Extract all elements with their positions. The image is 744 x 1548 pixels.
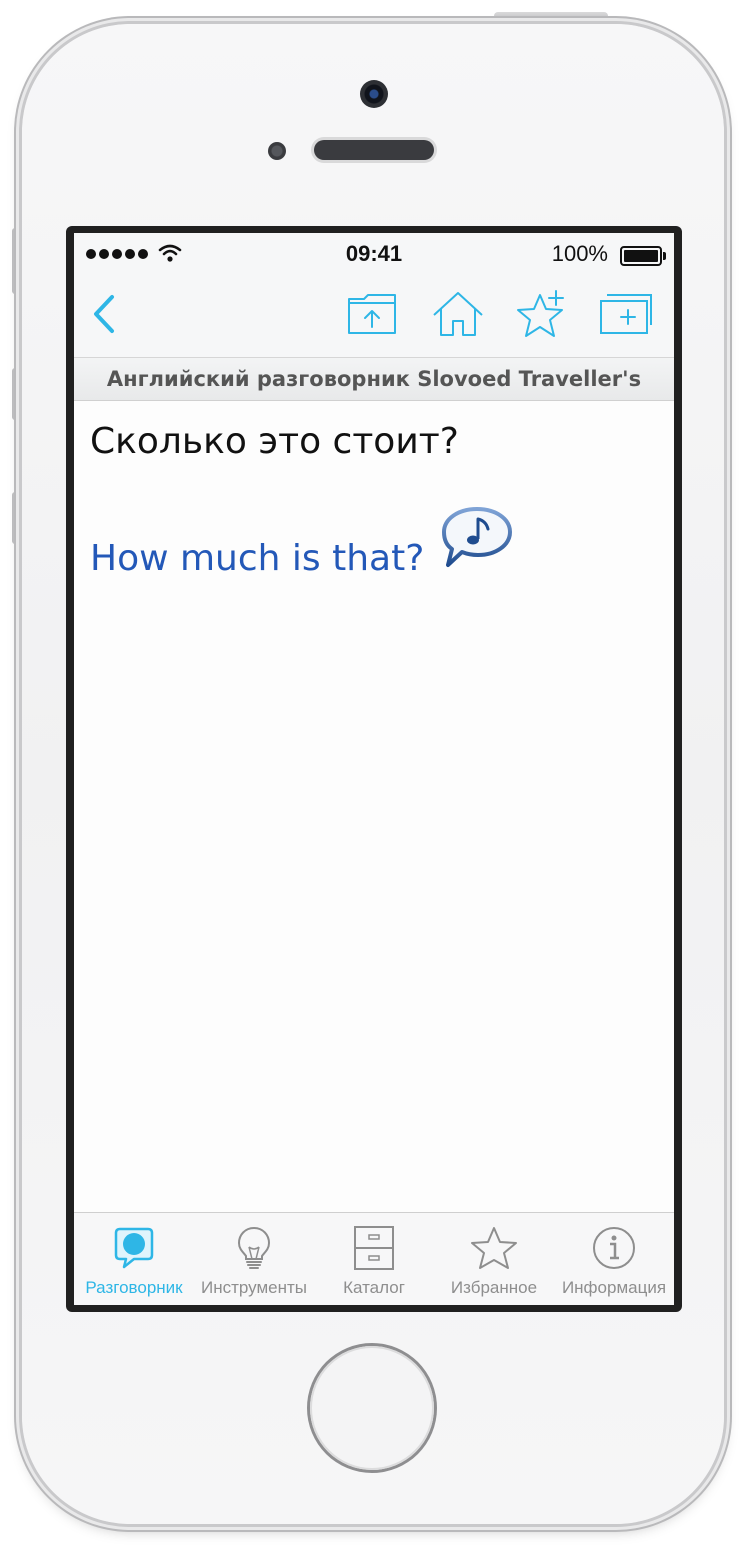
home-button[interactable]	[310, 1346, 434, 1470]
info-icon	[593, 1227, 635, 1269]
front-camera	[360, 80, 388, 108]
volume-down-button	[12, 492, 22, 544]
tab-label: Избранное	[450, 1278, 538, 1297]
navigation-bar	[74, 275, 674, 357]
proximity-sensor	[268, 142, 286, 160]
new-tab-icon	[600, 294, 652, 334]
speech-bubble-note-icon[interactable]	[440, 505, 514, 571]
translation-row: How much is that?	[90, 505, 514, 583]
lightbulb-icon	[237, 1226, 271, 1269]
tab-label: Информация	[561, 1278, 667, 1297]
drawer-icon	[354, 1226, 394, 1270]
battery-icon	[620, 246, 666, 266]
app-screen: 09:41 100% Английский разговорник Slovoe…	[74, 233, 674, 1305]
tab-label: Инструменты	[200, 1278, 307, 1297]
new-tab-button[interactable]	[596, 285, 656, 345]
tab-bar: Разговорник Инструменты Каталог Избранно…	[74, 1212, 674, 1305]
add-to-favorites-button[interactable]	[512, 285, 572, 345]
tab-information[interactable]: Информация	[554, 1213, 674, 1305]
home-icon	[433, 292, 483, 336]
tab-catalog[interactable]: Каталог	[314, 1213, 434, 1305]
tab-tools[interactable]: Инструменты	[194, 1213, 314, 1305]
star-add-icon	[517, 290, 564, 337]
mute-switch	[12, 228, 22, 294]
tab-label: Каталог	[343, 1278, 405, 1297]
status-bar: 09:41 100%	[74, 233, 674, 275]
article-content: Сколько это стоит? How much is that?	[74, 401, 674, 1213]
back-chevron-icon	[94, 295, 114, 333]
speech-bubble-icon	[114, 1227, 154, 1269]
star-icon	[471, 1227, 517, 1269]
export-folder-button[interactable]	[342, 285, 402, 345]
earpiece-speaker	[314, 140, 434, 160]
power-button	[494, 12, 608, 22]
folder-upload-icon	[348, 294, 396, 334]
battery-percentage: 100%	[551, 241, 608, 266]
tab-phrasebook[interactable]: Разговорник	[74, 1213, 194, 1305]
tab-favorites[interactable]: Избранное	[434, 1213, 554, 1305]
translation-text[interactable]: How much is that?	[90, 537, 424, 581]
dictionary-title: Английский разговорник Slovoed Traveller…	[74, 357, 674, 402]
home-nav-button[interactable]	[428, 285, 488, 345]
source-phrase: Сколько это стоит?	[90, 421, 459, 462]
back-button[interactable]	[74, 285, 134, 345]
volume-up-button	[12, 368, 22, 420]
